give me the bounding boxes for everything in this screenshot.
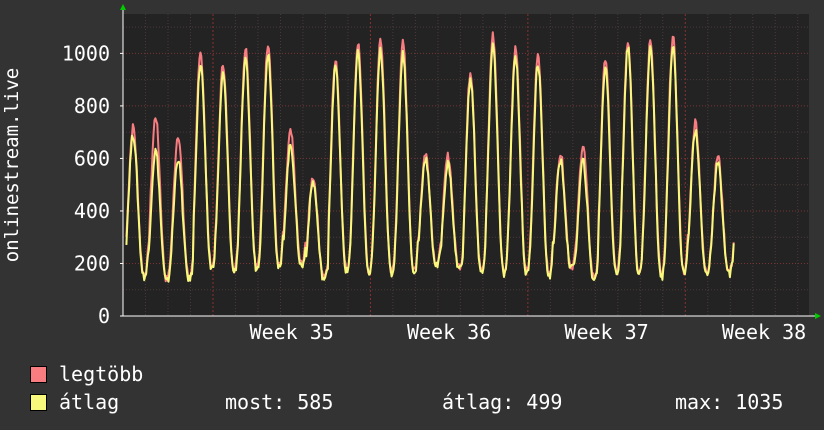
y-axis-arrow [120,4,126,10]
legend: legtöbb átlag most: 585 átlag: 499 max: … [30,360,810,420]
stat-atlag: átlag: 499 [442,390,563,414]
stat-max: max: 1035 [675,390,784,414]
x-tick-label: Week 35 [250,320,334,344]
x-tick-label: Week 38 [722,320,806,344]
legend-label-atlag: átlag [59,390,120,414]
legend-label-legtobb: legtöbb [59,362,144,386]
legtobb-swatch [30,365,47,383]
legend-item-legtobb: legtöbb [30,360,143,388]
legend-item-atlag: átlag [30,388,119,416]
x-tick-label: Week 37 [564,320,648,344]
y-tick-label: 600 [74,146,110,170]
atlag-swatch [30,393,47,411]
x-axis-arrow [815,313,821,319]
y-tick-label: 200 [74,251,110,275]
y-tick-label: 400 [74,199,110,223]
y-tick-label: 800 [74,94,110,118]
stat-most: most: 585 [225,390,334,414]
y-tick-label: 1000 [62,41,110,65]
y-tick-label: 0 [98,304,110,328]
x-tick-label: Week 36 [407,320,491,344]
y-axis-label: onlinestream.live [1,68,23,262]
